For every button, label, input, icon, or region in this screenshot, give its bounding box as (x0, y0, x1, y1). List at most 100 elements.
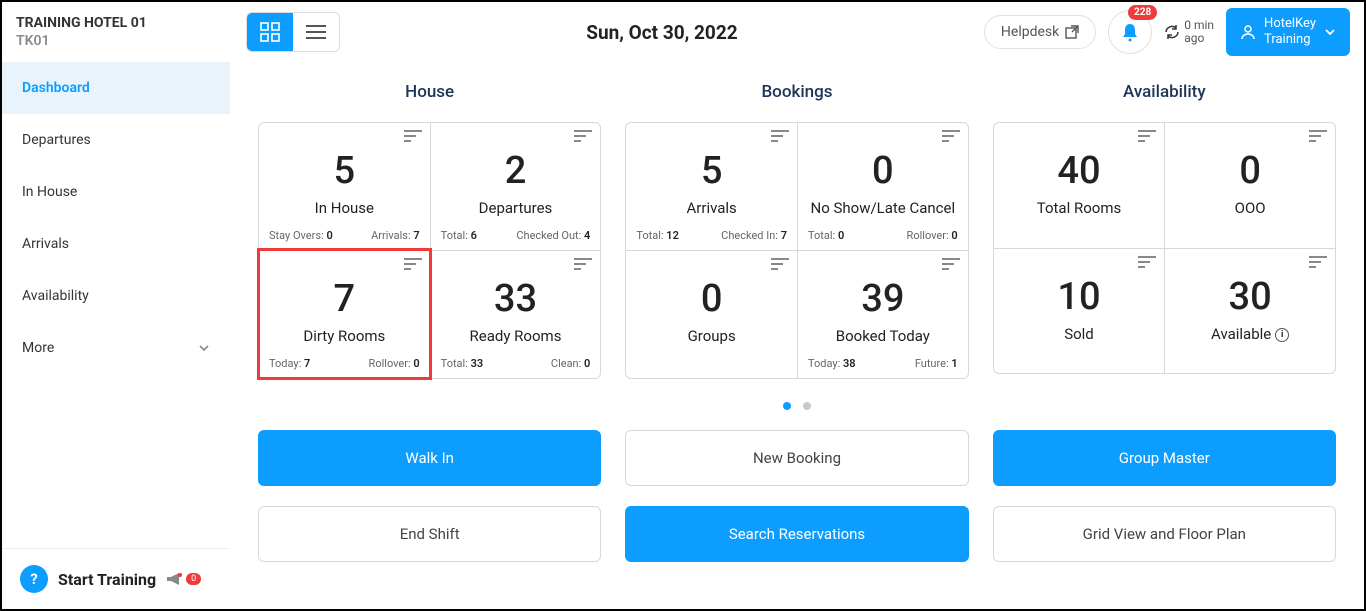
hotel-name: TRAINING HOTEL 01 (16, 15, 246, 31)
sidebar-item-arrivals[interactable]: Arrivals (2, 218, 230, 270)
new-booking-button[interactable]: New Booking (625, 430, 968, 486)
arrivals-card[interactable]: 5 Arrivals Total: 12Checked In: 7 (626, 123, 797, 250)
page-dot-1[interactable] (783, 402, 791, 410)
user-line2: Training (1264, 32, 1316, 48)
notifications-button[interactable]: 228 (1108, 10, 1152, 54)
layout: Dashboard Departures In House Arrivals A… (2, 62, 1364, 609)
sort-icon (574, 257, 592, 271)
user-line1: HotelKey (1264, 16, 1316, 32)
sort-icon (574, 129, 592, 143)
list-icon (306, 24, 326, 40)
chevron-down-icon (1324, 26, 1336, 38)
card-number: 33 (441, 277, 591, 321)
grid-floorplan-button[interactable]: Grid View and Floor Plan (993, 506, 1336, 562)
bookings-title: Bookings (625, 82, 968, 102)
sort-icon (942, 129, 960, 143)
card-number: 0 (1175, 149, 1325, 193)
sidebar-item-departures[interactable]: Departures (2, 114, 230, 166)
sidebar-item-dashboard[interactable]: Dashboard (2, 62, 230, 114)
sort-icon (771, 257, 789, 271)
card-number: 5 (636, 149, 787, 193)
sort-icon (771, 129, 789, 143)
sort-icon (1309, 255, 1327, 269)
card-label: Departures (441, 199, 591, 217)
sidebar: Dashboard Departures In House Arrivals A… (2, 62, 230, 609)
bookings-grid: 5 Arrivals Total: 12Checked In: 7 0 No S… (625, 122, 968, 379)
dashboard-sections: House 5 In House Stay Overs: 0Arrivals: … (258, 82, 1336, 379)
search-reservations-button[interactable]: Search Reservations (625, 506, 968, 562)
end-shift-button[interactable]: End Shift (258, 506, 601, 562)
inhouse-card[interactable]: 5 In House Stay Overs: 0Arrivals: 7 (259, 123, 430, 250)
available-card[interactable]: 30 Availablei (1164, 248, 1335, 373)
refresh-icon (1164, 24, 1180, 40)
house-title: House (258, 82, 601, 102)
grid-icon (260, 22, 280, 42)
ready-rooms-card[interactable]: 33 Ready Rooms Total: 33Clean: 0 (430, 250, 601, 378)
sort-icon (404, 257, 422, 271)
departures-card[interactable]: 2 Departures Total: 6Checked Out: 4 (430, 123, 601, 250)
start-training-button[interactable]: Start Training (58, 570, 156, 589)
groups-card[interactable]: 0 Groups (626, 250, 797, 378)
info-icon[interactable]: i (1275, 328, 1289, 342)
pagination-dots (258, 395, 1336, 414)
sidebar-item-more[interactable]: More (2, 322, 230, 374)
notification-count: 228 (1128, 5, 1157, 20)
sort-icon (1309, 129, 1327, 143)
sort-icon (942, 257, 960, 271)
card-label: In House (269, 199, 420, 217)
view-toggle (246, 12, 340, 52)
card-number: 0 (636, 277, 787, 321)
helpdesk-button[interactable]: Helpdesk (984, 15, 1096, 49)
external-link-icon (1065, 25, 1079, 39)
bell-icon (1120, 22, 1140, 42)
booked-today-card[interactable]: 39 Booked Today Today: 38Future: 1 (797, 250, 968, 378)
walkin-button[interactable]: Walk In (258, 430, 601, 486)
card-label: No Show/Late Cancel (808, 199, 958, 217)
action-row-2: End Shift Search Reservations Grid View … (258, 506, 1336, 562)
sort-icon (1138, 255, 1156, 269)
list-view-button[interactable] (293, 13, 339, 51)
noshow-card[interactable]: 0 No Show/Late Cancel Total: 0Rollover: … (797, 123, 968, 250)
chevron-down-icon (198, 342, 210, 354)
current-date: Sun, Oct 30, 2022 (340, 21, 984, 44)
availability-grid: 40 Total Rooms 0 OOO 10 Sold (993, 122, 1336, 374)
card-number: 39 (808, 277, 958, 321)
card-label: Booked Today (808, 327, 958, 345)
availability-title: Availability (993, 82, 1336, 102)
card-number: 40 (1004, 149, 1155, 193)
ooo-card[interactable]: 0 OOO (1164, 123, 1335, 248)
card-label: Ready Rooms (441, 327, 591, 345)
house-section: House 5 In House Stay Overs: 0Arrivals: … (258, 82, 601, 379)
card-number: 2 (441, 149, 591, 193)
sidebar-item-inhouse[interactable]: In House (2, 166, 230, 218)
card-label: Availablei (1175, 325, 1325, 343)
group-master-button[interactable]: Group Master (993, 430, 1336, 486)
sort-icon (404, 129, 422, 143)
main: House 5 In House Stay Overs: 0Arrivals: … (230, 62, 1364, 609)
user-menu-button[interactable]: HotelKey Training (1226, 8, 1350, 55)
megaphone-icon (166, 572, 184, 586)
help-icon[interactable]: ? (20, 565, 48, 593)
hotel-code: TK01 (16, 33, 246, 49)
sync-line2: ago (1184, 32, 1214, 45)
house-grid: 5 In House Stay Overs: 0Arrivals: 7 2 De… (258, 122, 601, 379)
sidebar-item-availability[interactable]: Availability (2, 270, 230, 322)
sidebar-footer: ? Start Training 0 (2, 548, 230, 609)
total-rooms-card[interactable]: 40 Total Rooms (994, 123, 1165, 248)
sold-card[interactable]: 10 Sold (994, 248, 1165, 373)
sync-status: 0 min ago (1164, 19, 1214, 45)
announcements-button[interactable]: 0 (166, 572, 201, 586)
header-right: Helpdesk 228 0 min ago HotelKey Training (984, 8, 1350, 55)
card-label: Groups (636, 327, 787, 345)
grid-view-button[interactable] (247, 13, 293, 51)
dirty-rooms-card[interactable]: 7 Dirty Rooms Today: 7Rollover: 0 (259, 250, 430, 378)
page-dot-2[interactable] (803, 402, 811, 410)
action-row-1: Walk In New Booking Group Master (258, 430, 1336, 486)
card-label: Dirty Rooms (269, 327, 420, 345)
card-number: 10 (1004, 275, 1155, 319)
bookings-section: Bookings 5 Arrivals Total: 12Checked In:… (625, 82, 968, 379)
card-number: 5 (269, 149, 420, 193)
card-number: 7 (269, 277, 420, 321)
sort-icon (1138, 129, 1156, 143)
hotel-info: TRAINING HOTEL 01 TK01 (16, 15, 246, 49)
